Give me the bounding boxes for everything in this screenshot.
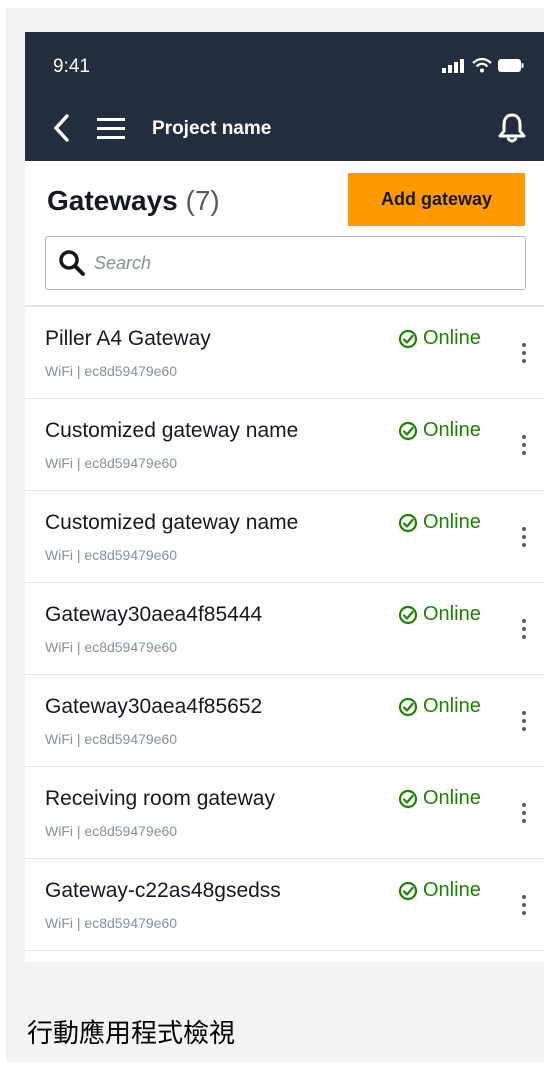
check-circle-icon bbox=[398, 513, 418, 532]
check-circle-icon bbox=[398, 605, 418, 624]
status-badge: Online bbox=[398, 603, 481, 626]
gateway-row[interactable]: Gateway30aea4f85652 WiFi | ec8d59479e60 … bbox=[25, 675, 544, 767]
project-title: Project name bbox=[152, 118, 272, 139]
status-text: Online bbox=[423, 327, 481, 349]
bell-icon bbox=[498, 113, 526, 143]
gateway-name: Customized gateway name bbox=[45, 419, 299, 442]
search-input[interactable] bbox=[94, 252, 474, 274]
back-icon bbox=[54, 114, 69, 142]
more-vertical-icon bbox=[522, 527, 526, 531]
page-header: Gateways (7) Add gateway bbox=[25, 161, 544, 307]
more-vertical-icon bbox=[522, 711, 526, 715]
notifications-button[interactable] bbox=[496, 111, 528, 145]
gateway-name: Piller A4 Gateway bbox=[45, 327, 211, 350]
more-options-button[interactable] bbox=[514, 703, 534, 739]
search-box[interactable] bbox=[45, 236, 526, 290]
caption: 行動應用程式檢視 bbox=[27, 1019, 236, 1049]
status-badge: Online bbox=[398, 327, 481, 350]
wifi-icon bbox=[472, 58, 492, 73]
gateway-count: (7) bbox=[185, 185, 220, 216]
back-button[interactable] bbox=[49, 111, 73, 145]
check-circle-icon bbox=[398, 789, 418, 808]
status-text: Online bbox=[423, 511, 481, 533]
status-text: Online bbox=[423, 879, 481, 901]
status-badge: Online bbox=[398, 511, 481, 534]
search-icon bbox=[59, 250, 85, 276]
gateway-meta: WiFi | ec8d59479e60 bbox=[45, 547, 178, 563]
gateway-row[interactable]: Receiving room gateway WiFi | ec8d59479e… bbox=[25, 767, 544, 859]
signal-icon bbox=[442, 58, 464, 73]
more-options-button[interactable] bbox=[514, 335, 534, 371]
gateway-row[interactable]: Customized gateway name WiFi | ec8d59479… bbox=[25, 491, 544, 583]
status-text: Online bbox=[423, 787, 481, 809]
status-text: Online bbox=[423, 695, 481, 717]
gateway-row[interactable]: Gateway-c22as48gsedss WiFi | ec8d59479e6… bbox=[25, 859, 544, 951]
system-icons bbox=[442, 58, 524, 73]
check-circle-icon bbox=[398, 329, 418, 348]
status-text: Online bbox=[423, 603, 481, 625]
gateway-row[interactable]: Piller A4 Gateway WiFi | ec8d59479e60 On… bbox=[25, 307, 544, 399]
check-circle-icon bbox=[398, 881, 418, 900]
status-badge: Online bbox=[398, 879, 481, 902]
more-vertical-icon bbox=[522, 803, 526, 807]
gateway-name: Gateway30aea4f85444 bbox=[45, 603, 263, 626]
top-navbar: Project name bbox=[25, 97, 544, 161]
more-options-button[interactable] bbox=[514, 427, 534, 463]
gateway-name: Receiving room gateway bbox=[45, 787, 275, 810]
status-bar: 9:41 bbox=[25, 32, 544, 97]
gateway-list: Piller A4 Gateway WiFi | ec8d59479e60 On… bbox=[25, 307, 544, 951]
check-circle-icon bbox=[398, 421, 418, 440]
mobile-screen: 9:41 Project name Gateways (7) Add gatew… bbox=[25, 32, 544, 962]
status-badge: Online bbox=[398, 787, 481, 810]
menu-button[interactable] bbox=[95, 113, 127, 143]
battery-icon bbox=[498, 59, 524, 72]
menu-icon bbox=[97, 118, 125, 139]
gateway-name: Gateway-c22as48gsedss bbox=[45, 879, 281, 902]
gateway-row[interactable]: Gateway30aea4f85444 WiFi | ec8d59479e60 … bbox=[25, 583, 544, 675]
gateway-name: Customized gateway name bbox=[45, 511, 299, 534]
gateway-meta: WiFi | ec8d59479e60 bbox=[45, 731, 178, 747]
gateway-row[interactable]: Customized gateway name WiFi | ec8d59479… bbox=[25, 399, 544, 491]
gateway-meta: WiFi | ec8d59479e60 bbox=[45, 915, 178, 931]
gateway-name: Gateway30aea4f85652 bbox=[45, 695, 263, 718]
add-gateway-button[interactable]: Add gateway bbox=[348, 173, 525, 226]
status-badge: Online bbox=[398, 695, 481, 718]
gateway-meta: WiFi | ec8d59479e60 bbox=[45, 639, 178, 655]
more-options-button[interactable] bbox=[514, 519, 534, 555]
more-vertical-icon bbox=[522, 343, 526, 347]
status-badge: Online bbox=[398, 419, 481, 442]
more-vertical-icon bbox=[522, 435, 526, 439]
page-title-text: Gateways bbox=[47, 185, 178, 216]
more-options-button[interactable] bbox=[514, 611, 534, 647]
gateway-meta: WiFi | ec8d59479e60 bbox=[45, 823, 178, 839]
more-vertical-icon bbox=[522, 619, 526, 623]
more-options-button[interactable] bbox=[514, 795, 534, 831]
more-vertical-icon bbox=[522, 895, 526, 899]
gateway-meta: WiFi | ec8d59479e60 bbox=[45, 455, 178, 471]
more-options-button[interactable] bbox=[514, 887, 534, 923]
check-circle-icon bbox=[398, 697, 418, 716]
page-title: Gateways (7) bbox=[47, 185, 220, 217]
status-time: 9:41 bbox=[53, 56, 90, 77]
gateway-meta: WiFi | ec8d59479e60 bbox=[45, 363, 178, 379]
status-text: Online bbox=[423, 419, 481, 441]
